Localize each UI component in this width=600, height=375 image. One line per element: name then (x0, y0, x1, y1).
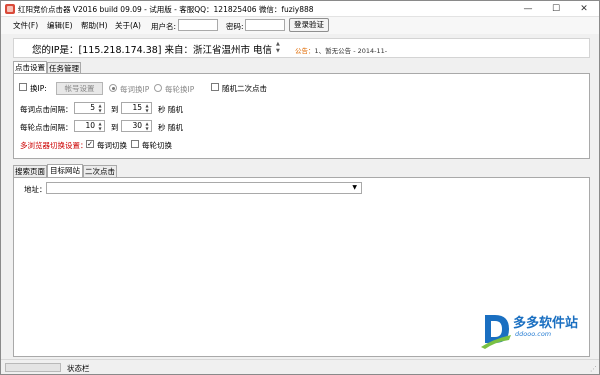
to-label: 到 (111, 123, 119, 132)
radio-per-word-ip[interactable] (109, 84, 117, 92)
tab-second-click[interactable]: 二次点击 (83, 165, 117, 177)
app-window: 红阳竞价点击器 V2016 build 09.09 - 试用版 - 客服QQ：1… (0, 0, 600, 375)
resize-grip-icon[interactable]: ⋰ (590, 365, 597, 373)
per-word-switch-label: 每词切换 (97, 141, 127, 150)
per-round-interval-label: 每轮点击间隔： (20, 123, 73, 132)
random-second-click-label: 随机二次点击 (222, 84, 267, 93)
tab-search-page[interactable]: 搜索页面 (13, 165, 47, 177)
per-round-to-value: 30 (132, 121, 142, 130)
menu-file[interactable]: 文件(F) (13, 20, 38, 31)
watermark-url: ddooo.com (515, 330, 552, 338)
close-button[interactable]: ✕ (570, 1, 598, 17)
seconds-random-label: 秒 随机 (158, 123, 183, 132)
per-word-to-value: 15 (132, 103, 142, 112)
per-word-to-spinner[interactable]: 15 ▲ ▼ (121, 102, 152, 114)
ddooo-watermark: 多多软件站 ddooo.com (481, 309, 581, 351)
spinner-arrows-icon[interactable]: ▲ ▼ (144, 103, 150, 113)
notice-text: 1、暂无公告 - 2014-11- (314, 47, 388, 55)
tab-target-site[interactable]: 目标网站 (47, 164, 83, 177)
status-scrollbar[interactable] (5, 363, 61, 372)
status-text: 状态栏 (67, 364, 90, 373)
multi-browser-label: 多浏览器切换设置： (20, 141, 88, 150)
ip-info-text: 您的IP是：[115.218.174.38] 来自：浙江省温州市 电信 (32, 45, 273, 56)
per-round-to-spinner[interactable]: 30 ▲ ▼ (121, 120, 152, 132)
ddooo-logo-icon (481, 315, 511, 349)
radio-per-round-ip-label: 每轮换IP (165, 85, 195, 94)
ip-scroll-arrows[interactable]: ▲ ▼ (276, 41, 282, 55)
menu-bar: 文件(F) 编辑(E) 帮助(H) 关于(A) 用户名: 密码: 登录验证 (1, 17, 599, 34)
username-field[interactable] (178, 19, 218, 31)
window-title: 红阳竞价点击器 V2016 build 09.09 - 试用版 - 客服QQ：1… (18, 5, 314, 14)
per-round-switch-checkbox[interactable] (131, 140, 139, 148)
per-word-interval-label: 每词点击间隔： (20, 105, 73, 114)
minimize-button[interactable]: — (514, 1, 542, 17)
address-label: 地址： (24, 185, 47, 194)
account-settings-button[interactable]: 帐号设置 (56, 82, 103, 95)
status-bar: 状态栏 ⋰ (1, 359, 599, 374)
spinner-arrows-icon[interactable]: ▲ ▼ (97, 103, 103, 113)
notice-label: 公告： (295, 47, 315, 55)
per-round-switch-label: 每轮切换 (142, 141, 172, 150)
change-ip-label: 换IP: (30, 84, 47, 93)
spinner-arrows-icon[interactable]: ▲ ▼ (97, 121, 103, 131)
per-word-switch-checkbox[interactable]: ✓ (86, 140, 94, 148)
to-label: 到 (111, 105, 119, 114)
dropdown-arrow-icon[interactable]: ▼ (352, 184, 357, 191)
random-second-click-checkbox[interactable] (211, 83, 219, 91)
username-label: 用户名: (151, 22, 177, 31)
spinner-arrows-icon[interactable]: ▲ ▼ (144, 121, 150, 131)
address-input[interactable]: ▼ (46, 182, 362, 194)
ip-info-panel: 您的IP是：[115.218.174.38] 来自：浙江省温州市 电信 ▲ ▼ 公… (13, 38, 590, 58)
maximize-button[interactable]: ☐ (542, 1, 570, 17)
menu-edit[interactable]: 编辑(E) (47, 20, 73, 31)
watermark-brand: 多多软件站 (513, 316, 579, 331)
menu-help[interactable]: 帮助(H) (81, 20, 108, 31)
per-word-from-spinner[interactable]: 5 ▲ ▼ (74, 102, 105, 114)
change-ip-checkbox[interactable] (19, 83, 27, 91)
password-label: 密码: (226, 22, 244, 31)
per-round-from-spinner[interactable]: 10 ▲ ▼ (74, 120, 105, 132)
click-settings-panel: 换IP: 帐号设置 每词换IP 每轮换IP 随机二次点击 每词点击间隔： 5 ▲… (13, 73, 590, 159)
radio-per-round-ip[interactable] (154, 84, 162, 92)
title-bar: 红阳竞价点击器 V2016 build 09.09 - 试用版 - 客服QQ：1… (1, 1, 599, 17)
menu-about[interactable]: 关于(A) (115, 20, 141, 31)
app-icon (5, 4, 15, 14)
per-word-from-value: 5 (90, 103, 95, 112)
password-field[interactable] (245, 19, 285, 31)
notice: 公告：1、暂无公告 - 2014-11- (295, 45, 387, 55)
seconds-random-label: 秒 随机 (158, 105, 183, 114)
radio-per-word-ip-label: 每词换IP (120, 85, 150, 94)
login-button[interactable]: 登录验证 (289, 18, 329, 32)
per-round-from-value: 10 (85, 121, 95, 130)
